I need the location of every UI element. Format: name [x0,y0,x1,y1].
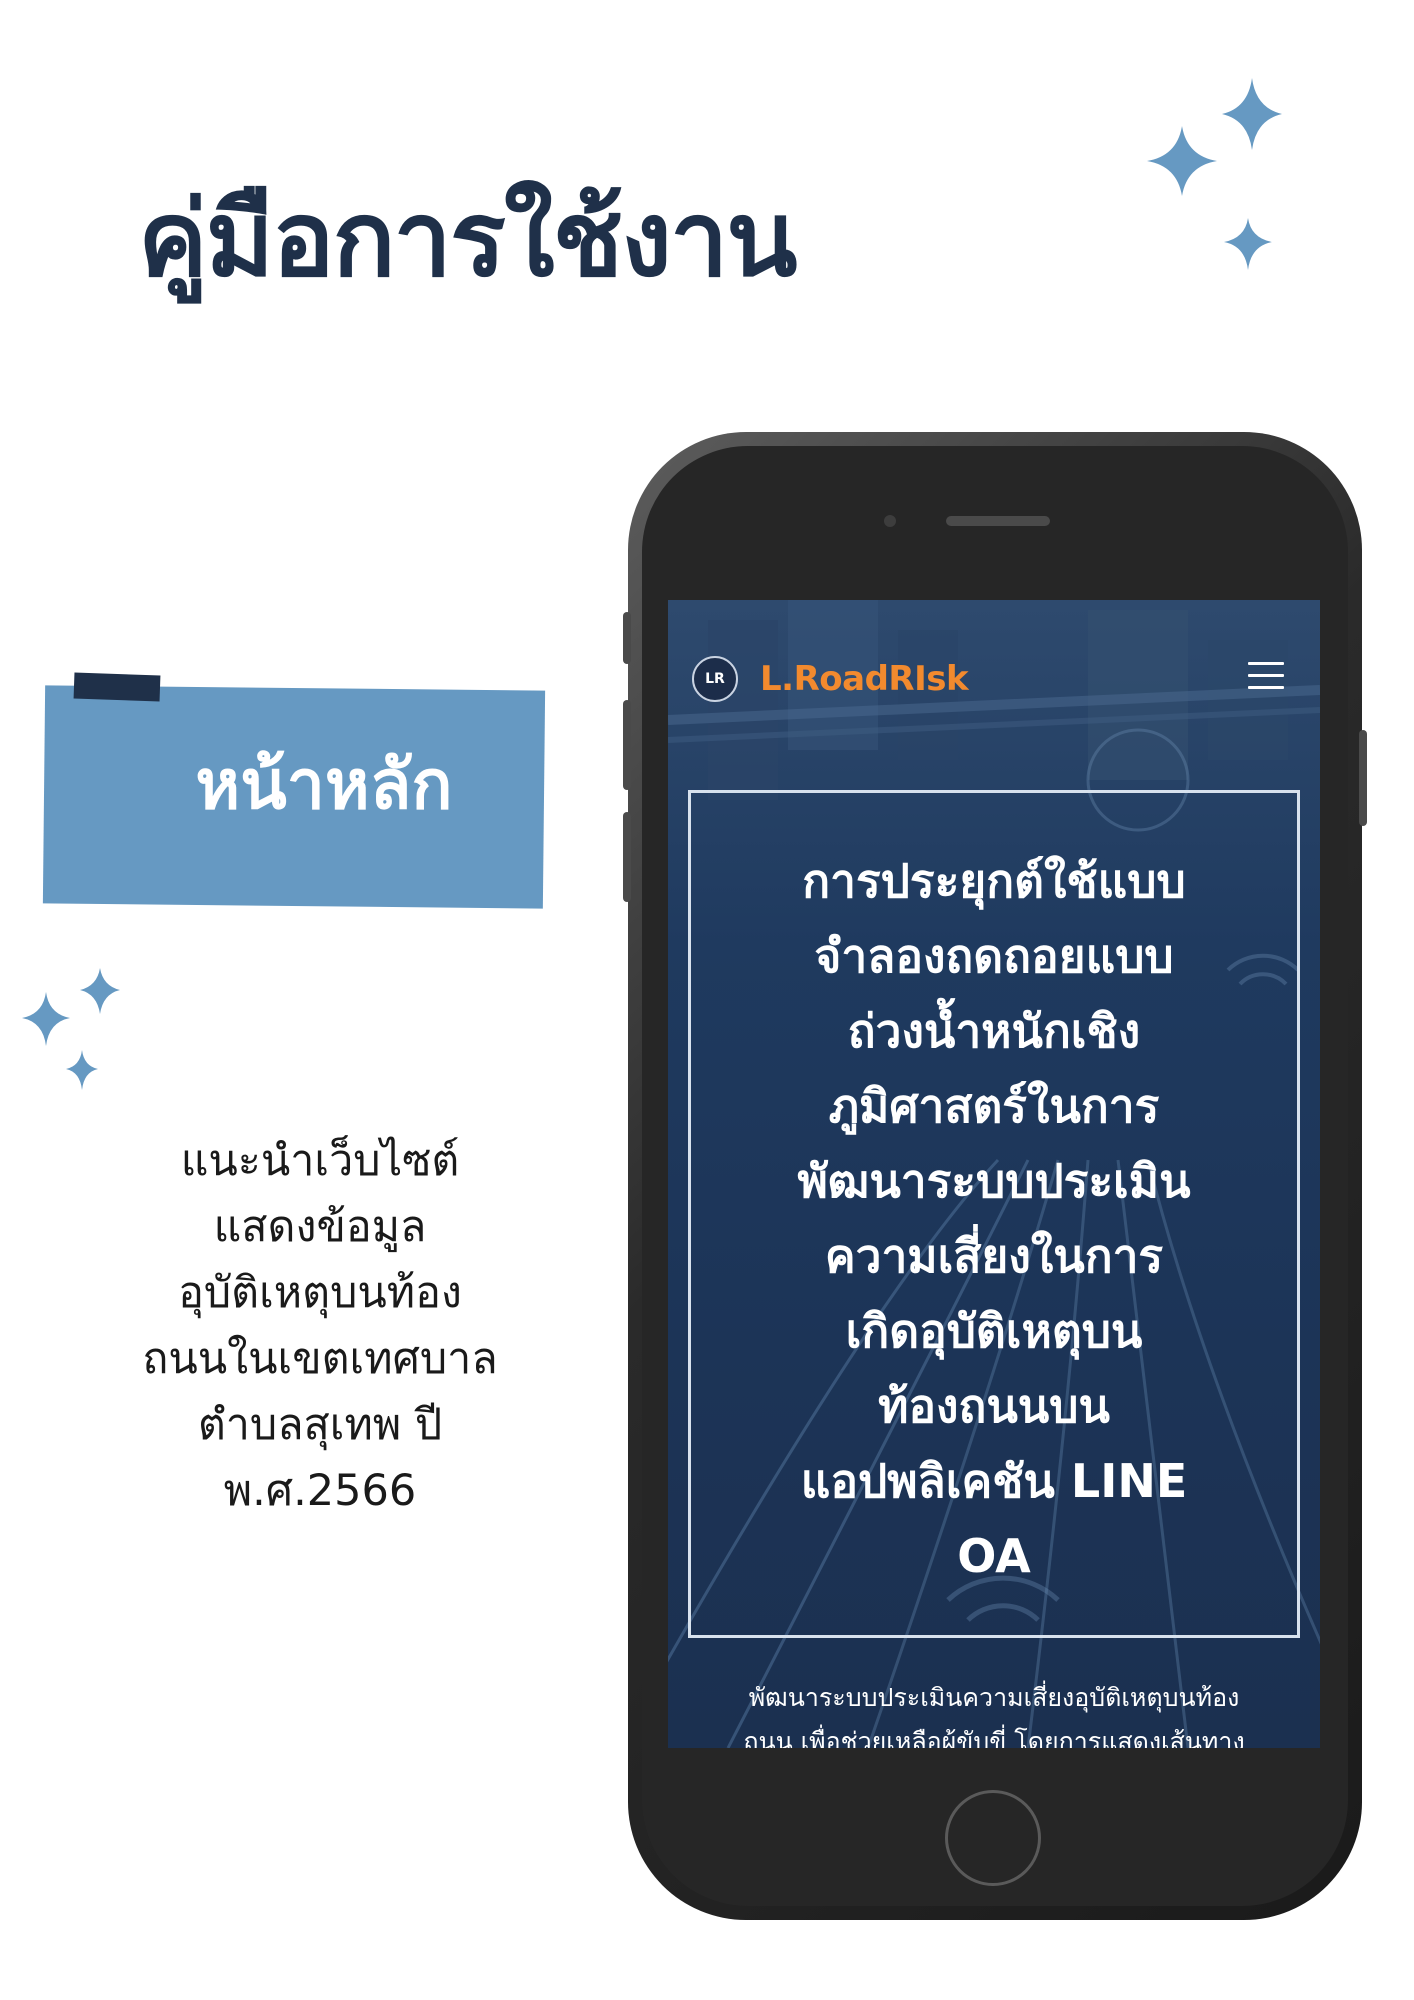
sparkles-left-icon [22,968,120,1090]
description-text: แนะนำเว็บไซต์ แสดงข้อมูล อุบัติเหตุบนท้อ… [142,1136,498,1516]
phone-speaker [946,516,1050,526]
site-logo-icon[interactable]: LR [692,656,738,702]
site-name[interactable]: L.RoadRIsk [760,654,969,704]
section-label: หน้าหลัก [195,746,453,825]
hero-subtext: พัฒนาระบบประเมินความเสี่ยงอุบัติเหตุบนท้… [743,1683,1245,1748]
sparkles-top-icon [1147,78,1282,270]
page-title: คู่มือการใช้งาน [138,178,797,300]
phone-volume-up [623,700,631,790]
phone-power-button [1359,730,1367,826]
hamburger-menu-icon[interactable] [1248,662,1284,692]
home-button[interactable] [945,1790,1041,1886]
camera-icon [884,515,896,527]
phone-screen: LR L.RoadRIsk การประยุกต์ใช้แบบ จำลองถดถ… [668,600,1320,1748]
banner-tape [73,672,161,702]
phone-volume-down [623,812,631,902]
phone-mute-switch [623,612,631,664]
hero-heading: การประยุกต์ใช้แบบ จำลองถดถอยแบบ ถ่วงน้ำห… [797,854,1191,1583]
